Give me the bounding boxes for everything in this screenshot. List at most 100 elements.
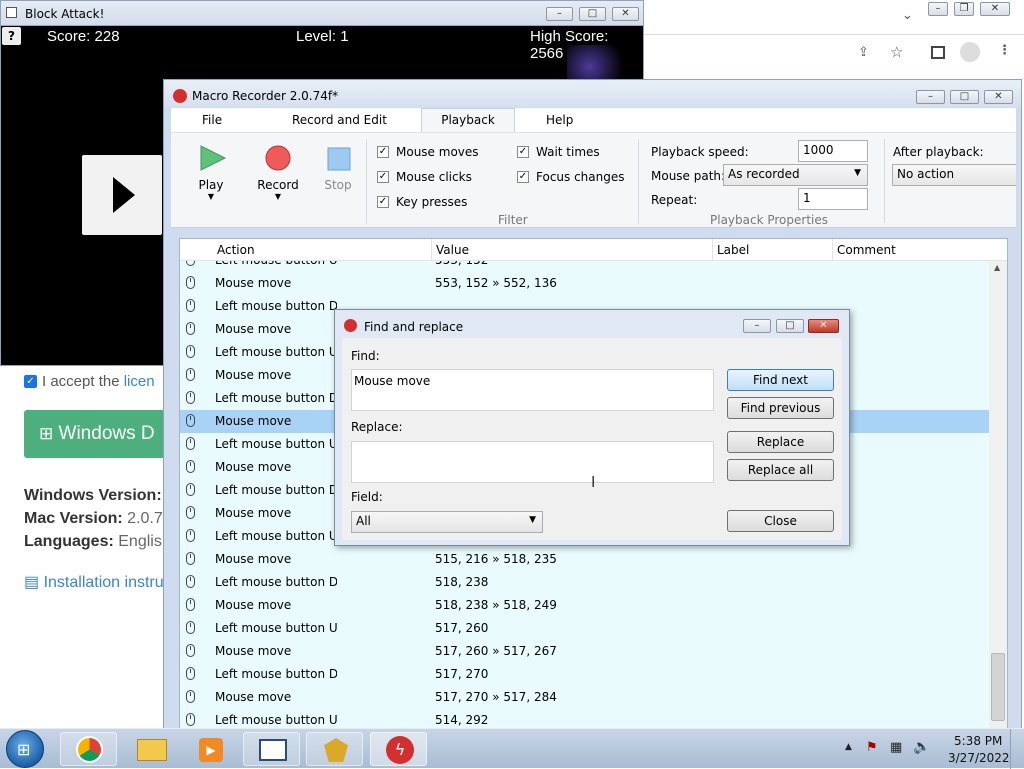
license-link[interactable]: licen bbox=[124, 373, 155, 390]
mouse-icon bbox=[186, 261, 195, 266]
play-game-button[interactable] bbox=[82, 155, 162, 235]
start-button[interactable]: ⊞ bbox=[6, 730, 44, 768]
maximize-button[interactable]: □ bbox=[776, 319, 804, 333]
mac-version-label: Mac Version: bbox=[24, 510, 123, 527]
column-value[interactable]: Value bbox=[436, 243, 469, 257]
menu-icon[interactable]: ⋮ bbox=[998, 43, 1011, 58]
network-icon[interactable]: ▦ bbox=[890, 740, 902, 755]
focus-changes-label: Focus changes bbox=[536, 170, 625, 184]
table-row[interactable]: Mouse move 518, 238 » 518, 249 bbox=[180, 594, 989, 617]
sidebar-icon[interactable] bbox=[931, 46, 945, 59]
vertical-scrollbar[interactable]: ▲ bbox=[989, 261, 1007, 730]
action-center-icon[interactable]: ⚑ bbox=[866, 740, 878, 755]
chevron-down-icon[interactable]: ⌄ bbox=[902, 8, 913, 23]
taskbar-macro-recorder[interactable]: ϟ bbox=[370, 732, 427, 766]
taskbar-block-attack[interactable] bbox=[306, 732, 363, 766]
volume-icon[interactable]: 🔈 bbox=[913, 739, 930, 755]
row-value: 514, 292 bbox=[435, 713, 489, 727]
show-desktop-button[interactable] bbox=[1010, 729, 1024, 769]
play-dropdown-arrow-icon[interactable]: ▼ bbox=[186, 192, 236, 201]
repeat-input[interactable]: 1 bbox=[798, 188, 868, 210]
key-presses-checkbox[interactable]: ✓ bbox=[377, 196, 389, 208]
scroll-up-icon[interactable]: ▲ bbox=[994, 263, 1000, 272]
row-action: Mouse move bbox=[215, 598, 292, 612]
replace-all-button[interactable]: Replace all bbox=[727, 459, 834, 481]
taskbar-chrome[interactable] bbox=[60, 732, 117, 766]
table-row[interactable]: Left mouse button Up 517, 260 bbox=[180, 617, 989, 640]
clock-time[interactable]: 5:38 PM bbox=[954, 734, 1002, 748]
show-hidden-icons-icon[interactable]: ▲ bbox=[845, 742, 852, 752]
menu-file[interactable]: File bbox=[202, 113, 222, 127]
replace-button[interactable]: Replace bbox=[727, 431, 834, 453]
row-action: Mouse move bbox=[215, 552, 292, 566]
mouse-path-select[interactable]: As recorded ▼ bbox=[723, 164, 868, 186]
find-previous-button[interactable]: Find previous bbox=[727, 397, 834, 419]
table-row[interactable]: Mouse move 517, 260 » 517, 267 bbox=[180, 640, 989, 663]
table-row[interactable]: Left mouse button Down 517, 270 bbox=[180, 663, 989, 686]
close-button[interactable]: ✕ bbox=[808, 319, 839, 333]
mouse-path-label: Mouse path: bbox=[651, 169, 726, 183]
share-icon[interactable]: ⇪ bbox=[858, 45, 869, 60]
menu-help[interactable]: Help bbox=[546, 113, 573, 127]
minimize-button[interactable]: – bbox=[916, 90, 945, 104]
find-input[interactable]: Mouse move bbox=[351, 369, 714, 411]
maximize-button[interactable]: □ bbox=[950, 90, 979, 104]
mouse-icon bbox=[186, 621, 195, 634]
mouse-icon bbox=[186, 391, 195, 404]
browser-minimize-button[interactable]: – bbox=[928, 2, 948, 16]
taskbar-media-player[interactable]: ▶ bbox=[182, 732, 239, 766]
table-row[interactable]: Mouse move 515, 216 » 518, 235 bbox=[180, 548, 989, 571]
help-button[interactable]: ? bbox=[2, 27, 21, 45]
mouse-clicks-label: Mouse clicks bbox=[396, 170, 472, 184]
minimize-button[interactable]: – bbox=[546, 7, 573, 21]
maximize-button[interactable]: □ bbox=[579, 7, 606, 21]
taskbar-file-explorer[interactable] bbox=[122, 732, 179, 766]
block-attack-titlebar: Block Attack! – □ ✕ bbox=[1, 1, 643, 26]
replace-input[interactable] bbox=[351, 441, 714, 483]
close-button[interactable]: ✕ bbox=[612, 7, 639, 21]
field-select[interactable]: All ▼ bbox=[351, 511, 543, 533]
installation-link[interactable]: ▤ Installation instru bbox=[24, 572, 164, 592]
browser-close-button[interactable]: ✕ bbox=[980, 2, 1010, 16]
table-row[interactable]: Left mouse button Up 553, 152 bbox=[180, 261, 989, 272]
mouse-icon bbox=[186, 598, 195, 611]
scrollbar-thumb[interactable] bbox=[991, 653, 1005, 721]
score-label: Score: 228 bbox=[47, 28, 120, 45]
mouse-clicks-checkbox[interactable]: ✓ bbox=[377, 171, 389, 183]
stop-button[interactable]: Stop bbox=[315, 143, 361, 203]
record-button[interactable]: Record ▼ bbox=[251, 143, 305, 213]
close-dialog-button[interactable]: Close bbox=[727, 510, 834, 532]
table-row[interactable]: Mouse move 517, 270 » 517, 284 bbox=[180, 686, 989, 709]
playback-speed-label: Playback speed: bbox=[651, 145, 749, 159]
menu-record-and-edit[interactable]: Record and Edit bbox=[292, 113, 387, 127]
browser-restore-button[interactable]: ❐ bbox=[954, 2, 974, 16]
wait-times-checkbox[interactable]: ✓ bbox=[517, 146, 529, 158]
accept-checkbox[interactable]: ✓ bbox=[24, 375, 37, 388]
column-action[interactable]: Action bbox=[217, 243, 255, 257]
table-row[interactable]: Left mouse button Up 514, 292 bbox=[180, 709, 989, 730]
play-button[interactable]: Play ▼ bbox=[186, 143, 236, 213]
mouse-icon bbox=[186, 345, 195, 358]
download-page: ✓ I accept the licen ⊞ Windows D Windows… bbox=[0, 366, 164, 728]
taskbar-document-app[interactable] bbox=[243, 732, 300, 766]
playback-speed-input[interactable]: 1000 bbox=[798, 140, 868, 162]
after-playback-select[interactable]: No action bbox=[892, 164, 1016, 186]
profile-icon[interactable] bbox=[960, 42, 980, 62]
close-button[interactable]: ✕ bbox=[984, 90, 1013, 104]
record-dropdown-arrow-icon[interactable]: ▼ bbox=[251, 192, 305, 201]
mouse-moves-checkbox[interactable]: ✓ bbox=[377, 146, 389, 158]
menu-playback[interactable]: Playback bbox=[421, 108, 515, 133]
window-icon bbox=[259, 739, 287, 761]
play-label: Play bbox=[198, 178, 224, 192]
clock-date[interactable]: 3/27/2022 bbox=[948, 751, 1010, 765]
minimize-button[interactable]: – bbox=[743, 319, 771, 333]
table-row[interactable]: Left mouse button Down 518, 238 bbox=[180, 571, 989, 594]
column-label[interactable]: Label bbox=[717, 243, 749, 257]
find-next-button[interactable]: Find next bbox=[727, 369, 834, 391]
focus-changes-checkbox[interactable]: ✓ bbox=[517, 171, 529, 183]
table-row[interactable]: Mouse move 553, 152 » 552, 136 bbox=[180, 272, 989, 295]
column-comment[interactable]: Comment bbox=[837, 243, 896, 257]
mouse-icon bbox=[186, 322, 195, 335]
star-icon[interactable]: ☆ bbox=[890, 43, 903, 61]
windows-download-button[interactable]: ⊞ Windows D bbox=[24, 410, 163, 458]
